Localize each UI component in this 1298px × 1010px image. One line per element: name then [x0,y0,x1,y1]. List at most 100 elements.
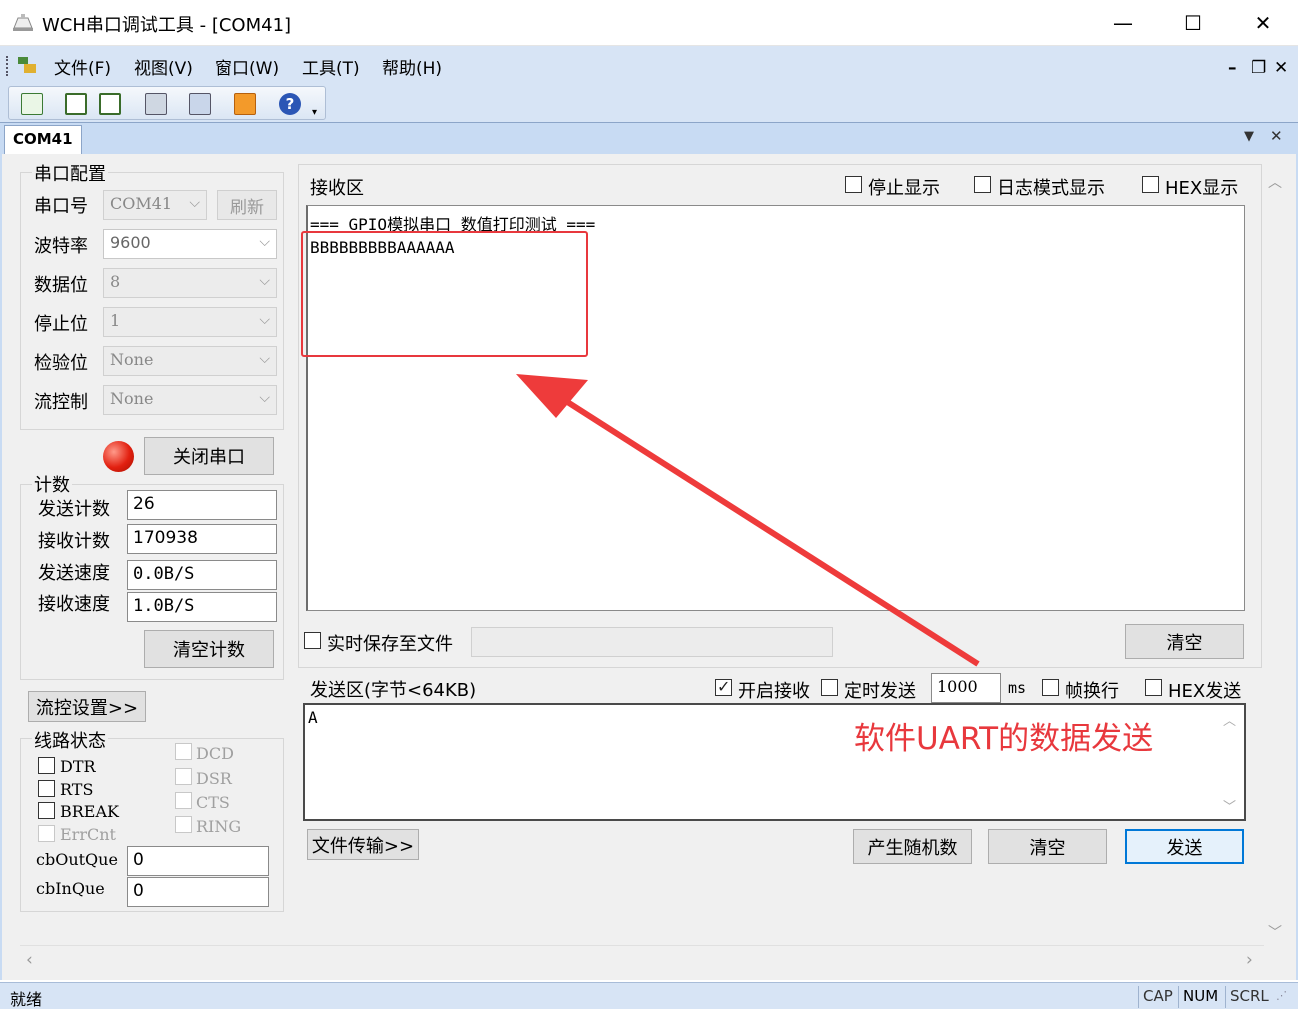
dcd-label: DCD [196,744,234,763]
status-num: NUM [1178,986,1222,1008]
databits-select[interactable]: 8 ⌵ [103,268,277,298]
annotation-arrow-icon [516,374,980,667]
title-bar: WCH串口调试工具 - [COM41] — ☐ ✕ [0,0,1298,46]
app-menu-icon[interactable] [16,54,38,76]
timed-send-checkbox[interactable] [821,679,838,696]
newline-label: 帧换行 [1065,681,1119,702]
status-bar: 就绪 CAP NUM SCRL ⋰ [0,982,1298,1009]
break-checkbox[interactable] [38,802,55,819]
tab-strip: ▼ ✕ [0,122,1298,154]
log-mode-label: 日志模式显示 [997,178,1105,199]
parity-select[interactable]: None ⌵ [103,346,277,376]
dtr-checkbox[interactable] [38,757,55,774]
menu-view[interactable]: 视图(V) [134,54,193,79]
send-button[interactable]: 发送 [1125,829,1244,864]
hex-send-label: HEX发送 [1168,681,1242,702]
send-scroll-up-icon[interactable]: ︿ [1223,710,1236,729]
receive-clear-button[interactable]: 清空 [1125,624,1244,659]
send-scroll-down-icon[interactable]: ﹀ [1223,796,1236,815]
baud-select[interactable]: 9600 ⌵ [103,229,277,259]
split-horizontal-icon[interactable] [65,93,87,115]
flow-select[interactable]: None ⌵ [103,385,277,415]
baud-label: 波特率 [34,236,88,257]
chevron-down-icon: ⌵ [259,234,270,250]
dsr-checkbox [175,768,192,785]
send-clear-button[interactable]: 清空 [988,829,1107,864]
monitor-icon[interactable] [189,93,211,115]
app-icon [12,12,34,32]
new-session-icon[interactable] [21,93,43,115]
tab-dropdown-icon[interactable]: ▼ [1244,129,1254,144]
mdi-minimize-button[interactable]: – [1228,58,1237,78]
timed-send-label: 定时发送 [844,681,916,702]
tab-close-icon[interactable]: ✕ [1270,127,1283,145]
send-content: A [308,708,318,727]
split-vertical-icon[interactable] [99,93,121,115]
menu-file[interactable]: 文件(F) [54,54,111,79]
random-button[interactable]: 产生随机数 [853,829,972,864]
menu-window[interactable]: 窗口(W) [215,54,279,79]
stopbits-label: 停止位 [34,314,88,335]
save-to-file-checkbox[interactable] [304,632,321,649]
file-transfer-button[interactable]: 文件传输>> [307,829,419,860]
mdi-restore-button[interactable]: ❐ [1251,58,1266,78]
tab-com41[interactable]: COM41 [4,125,82,154]
window-title: WCH串口调试工具 - [COM41] [42,15,292,36]
scroll-left-icon[interactable]: ‹ [26,950,33,970]
stop-display-checkbox[interactable] [845,176,862,193]
highlight-box [301,231,588,357]
chevron-down-icon: ⌵ [259,312,270,328]
stopbits-select[interactable]: 1 ⌵ [103,307,277,337]
menu-bar: 文件(F) 视图(V) 窗口(W) 工具(T) 帮助(H) – ❐ ✕ [0,46,1298,86]
log-mode-checkbox[interactable] [974,176,991,193]
close-button[interactable]: ✕ [1228,0,1298,46]
hex-send-checkbox[interactable] [1145,679,1162,696]
upload-icon[interactable] [234,93,256,115]
horizontal-scrollbar[interactable]: ‹ › [20,945,1264,975]
recv-speed-label: 接收速度 [38,594,110,615]
parity-label: 检验位 [34,353,88,374]
scroll-right-icon[interactable]: › [1246,950,1253,970]
scroll-up-icon[interactable]: ︿ [1268,172,1282,192]
chevron-down-icon: ⌵ [189,195,200,211]
help-icon[interactable]: ? [279,93,301,115]
dcd-checkbox [175,743,192,760]
cboutque-label: cbOutQue [36,850,118,869]
mdi-close-button[interactable]: ✕ [1274,58,1288,78]
ring-checkbox [175,816,192,833]
enable-receive-checkbox[interactable] [715,677,732,696]
minimize-button[interactable]: — [1088,0,1158,46]
chevron-down-icon: ⌵ [259,390,270,406]
menu-grip-icon [6,56,10,76]
clear-count-button[interactable]: 清空计数 [144,630,274,668]
counts-title: 计数 [32,471,72,497]
maximize-button[interactable]: ☐ [1158,0,1228,46]
flow-settings-button[interactable]: 流控设置>> [28,691,146,722]
hex-display-checkbox[interactable] [1142,176,1159,193]
enable-receive-label: 开启接收 [738,681,810,702]
calculator-icon[interactable] [145,93,167,115]
cbinque-field: 0 [127,877,269,907]
port-status-led-icon [103,441,134,472]
close-port-button[interactable]: 关闭串口 [144,437,274,475]
rts-checkbox[interactable] [38,780,55,797]
interval-unit: ms [1008,679,1027,697]
toolbar: ? ▾ [0,86,1298,122]
port-select[interactable]: COM41 ⌵ [103,190,207,220]
toolbar-overflow-icon[interactable]: ▾ [312,107,317,118]
menu-tools[interactable]: 工具(T) [302,54,360,79]
refresh-button[interactable]: 刷新 [217,190,277,220]
dtr-label: DTR [60,757,96,776]
serial-config-title: 串口配置 [32,160,108,186]
resize-grip-icon[interactable]: ⋰ [1276,989,1287,1002]
chevron-down-icon: ⌵ [259,273,270,289]
flow-label: 流控制 [34,392,88,413]
stop-display-label: 停止显示 [868,178,940,199]
annotation-text: 软件UART的数据发送 [854,721,1154,757]
scroll-down-icon[interactable]: ﹀ [1268,922,1282,942]
break-label: BREAK [60,802,119,821]
newline-checkbox[interactable] [1042,679,1059,696]
receive-title: 接收区 [310,178,364,199]
menu-help[interactable]: 帮助(H) [382,54,442,79]
recv-speed-field: 1.0B/S [127,592,277,622]
